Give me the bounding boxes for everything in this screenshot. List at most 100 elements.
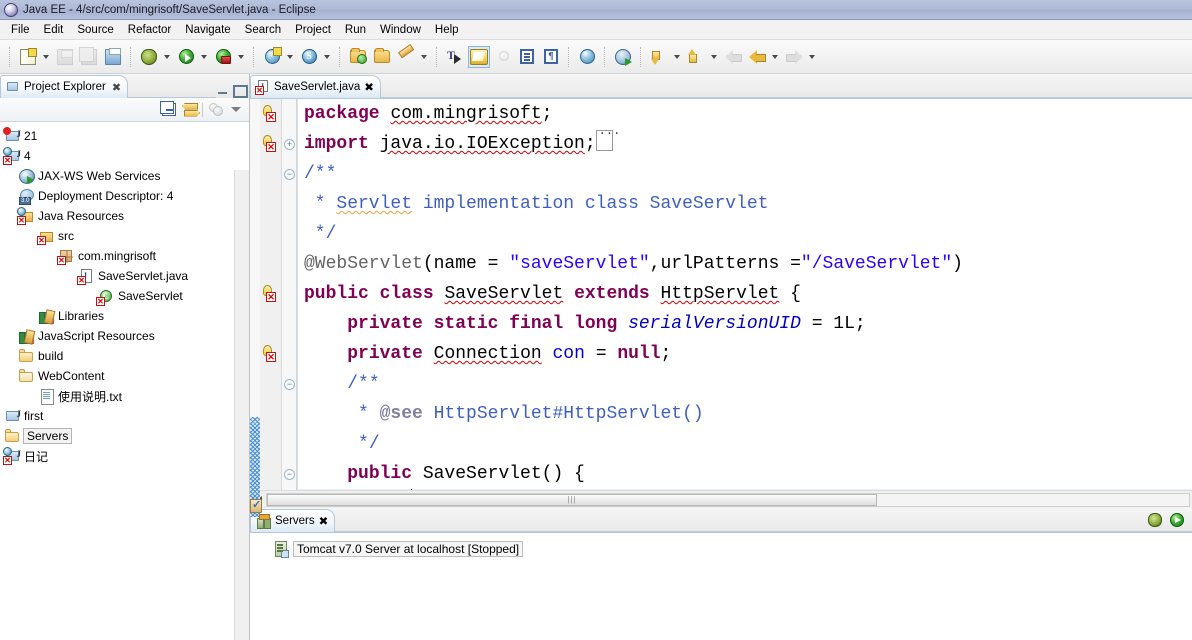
open-package-button[interactable] bbox=[347, 46, 369, 68]
debug-dropdown-arrow[interactable] bbox=[161, 47, 172, 67]
tree-item-project-riji[interactable]: J ✕ 日记 bbox=[0, 446, 249, 466]
toggle-breakpoint-button[interactable] bbox=[492, 46, 514, 68]
server-list-item[interactable]: Tomcat v7.0 Server at localhost [Stopped… bbox=[250, 539, 1192, 559]
code-line-9[interactable]: private Connection con = null; bbox=[298, 339, 1192, 369]
fold-collapse-icon[interactable]: − bbox=[284, 469, 295, 480]
collapsed-imports-box[interactable] bbox=[595, 124, 620, 151]
horizontal-scrollbar[interactable]: ||| bbox=[266, 492, 1190, 507]
tree-item-src[interactable]: ✕ src bbox=[0, 226, 249, 246]
task-marker-icon[interactable] bbox=[250, 498, 262, 513]
run-external-tools-button[interactable] bbox=[212, 46, 234, 68]
menu-run[interactable]: Run bbox=[338, 22, 373, 38]
error-marker-icon[interactable]: ✕ bbox=[262, 105, 279, 122]
view-menu-chevron-button[interactable] bbox=[227, 101, 245, 119]
error-marker-icon[interactable]: ✕ bbox=[262, 345, 279, 362]
code-line-10[interactable]: /** bbox=[298, 369, 1192, 399]
run-dropdown-arrow[interactable] bbox=[198, 47, 209, 67]
new-web-project-button[interactable] bbox=[261, 46, 283, 68]
debug-server-button[interactable] bbox=[1146, 511, 1164, 529]
run-button[interactable] bbox=[175, 46, 197, 68]
scrollbar-thumb[interactable]: ||| bbox=[267, 493, 877, 506]
code-line-6[interactable]: @WebServlet(name = "saveServlet",urlPatt… bbox=[298, 249, 1192, 279]
start-server-button[interactable] bbox=[1168, 511, 1186, 529]
menu-file[interactable]: File bbox=[4, 22, 37, 38]
menu-search[interactable]: Search bbox=[238, 22, 288, 38]
tree-item-deployment-descriptor[interactable]: Deployment Descriptor: 4 bbox=[0, 186, 249, 206]
open-folder-button[interactable] bbox=[371, 46, 393, 68]
code-editor[interactable]: package com.mingrisoft; import java.io.IO… bbox=[298, 99, 1192, 490]
view-menu-button[interactable] bbox=[206, 101, 224, 119]
back-button[interactable] bbox=[746, 46, 768, 68]
link-with-editor-button[interactable] bbox=[181, 101, 199, 119]
code-line-1[interactable]: package com.mingrisoft; bbox=[298, 99, 1192, 129]
code-line-13[interactable]: public SaveServlet() { bbox=[298, 459, 1192, 489]
fold-collapse-icon[interactable]: − bbox=[284, 169, 295, 180]
fold-expand-icon[interactable]: + bbox=[284, 139, 295, 150]
tab-servers[interactable]: Servers ✖ bbox=[250, 509, 336, 532]
code-line-14[interactable]: super(); bbox=[298, 489, 1192, 490]
folding-ruler[interactable]: + − − − bbox=[282, 99, 298, 490]
tree-item-javascript-resources[interactable]: JavaScript Resources bbox=[0, 326, 249, 346]
debug-button[interactable] bbox=[138, 46, 160, 68]
servers-list[interactable]: Tomcat v7.0 Server at localhost [Stopped… bbox=[250, 532, 1192, 640]
open-type-button[interactable] bbox=[444, 46, 466, 68]
tree-item-project-21[interactable]: J 21 bbox=[0, 126, 249, 146]
tree-item-project-4[interactable]: J ✕ 4 bbox=[0, 146, 249, 166]
next-annotation-button[interactable] bbox=[648, 46, 670, 68]
menu-window[interactable]: Window bbox=[373, 22, 428, 38]
new-web-dropdown-arrow[interactable] bbox=[284, 47, 295, 67]
code-line-11[interactable]: * @see HttpServlet#HttpServlet() bbox=[298, 399, 1192, 429]
code-line-5[interactable]: */ bbox=[298, 219, 1192, 249]
new-button[interactable] bbox=[17, 46, 39, 68]
tree-item-saveservlet-java[interactable]: J✕ SaveServlet.java bbox=[0, 266, 249, 286]
print-button[interactable] bbox=[102, 46, 124, 68]
previous-annotation-dropdown-arrow[interactable] bbox=[708, 47, 719, 67]
new-server-dropdown-arrow[interactable] bbox=[321, 47, 332, 67]
external-tools-dropdown-arrow[interactable] bbox=[235, 47, 246, 67]
tree-item-libraries[interactable]: Libraries bbox=[0, 306, 249, 326]
tree-item-webcontent[interactable]: WebContent bbox=[0, 366, 249, 386]
tree-item-jax-ws-web-services[interactable]: JAX-WS Web Services bbox=[0, 166, 249, 186]
close-icon[interactable]: ✖ bbox=[364, 80, 374, 94]
search-person-button[interactable] bbox=[612, 46, 634, 68]
tree-item-servers[interactable]: Servers bbox=[0, 426, 249, 446]
tab-saveservlet-java[interactable]: J✕ SaveServlet.java ✖ bbox=[250, 75, 381, 98]
menu-project[interactable]: Project bbox=[288, 22, 338, 38]
menu-refactor[interactable]: Refactor bbox=[121, 22, 178, 38]
tree-item-class-saveservlet[interactable]: C ✕ SaveServlet bbox=[0, 286, 249, 306]
toggle-mark-occurrences-button[interactable] bbox=[468, 45, 490, 68]
fold-collapse-icon[interactable]: − bbox=[284, 379, 295, 390]
code-line-8[interactable]: private static final long serialVersionU… bbox=[298, 309, 1192, 339]
previous-annotation-button[interactable] bbox=[685, 46, 707, 68]
code-line-3[interactable]: /** bbox=[298, 159, 1192, 189]
tree-item-project-first[interactable]: J first bbox=[0, 406, 249, 426]
tree-item-package-com-mingrisoft[interactable]: ✕ com.mingrisoft bbox=[0, 246, 249, 266]
menu-edit[interactable]: Edit bbox=[37, 22, 71, 38]
tab-project-explorer[interactable]: Project Explorer ✖ bbox=[0, 75, 129, 98]
explorer-vertical-scrollbar[interactable] bbox=[234, 170, 249, 640]
code-line-2[interactable]: import java.io.IOException; bbox=[298, 124, 1192, 159]
show-whitespace-button[interactable] bbox=[516, 46, 538, 68]
new-dropdown-arrow[interactable] bbox=[40, 47, 51, 67]
save-all-button[interactable] bbox=[78, 46, 100, 68]
error-marker-icon[interactable]: ✕ bbox=[262, 285, 279, 302]
menu-navigate[interactable]: Navigate bbox=[178, 22, 237, 38]
code-line-7[interactable]: public class SaveServlet extends HttpSer… bbox=[298, 279, 1192, 309]
maximize-view-button[interactable] bbox=[232, 85, 248, 98]
open-browser-button[interactable] bbox=[576, 46, 598, 68]
code-line-12[interactable]: */ bbox=[298, 429, 1192, 459]
error-marker-icon[interactable]: ✕ bbox=[262, 135, 279, 152]
minimize-view-button[interactable] bbox=[216, 85, 229, 96]
annotation-ruler[interactable]: ✕ ✕ ✕ ✕ bbox=[260, 99, 282, 490]
new-server-button[interactable]: S bbox=[298, 46, 320, 68]
tree-item-readme-txt[interactable]: 使用说明.txt bbox=[0, 386, 249, 406]
forward-dropdown-arrow[interactable] bbox=[806, 47, 817, 67]
code-line-4[interactable]: * Servlet implementation class SaveServl… bbox=[298, 189, 1192, 219]
tree-item-java-resources[interactable]: ✕ Java Resources bbox=[0, 206, 249, 226]
save-button[interactable] bbox=[54, 46, 76, 68]
quick-fix-dropdown-arrow[interactable] bbox=[418, 47, 429, 67]
project-tree[interactable]: J 21 J✕ 4 JAX-WS Web Services Deployment… bbox=[0, 122, 249, 640]
menu-source[interactable]: Source bbox=[70, 22, 120, 38]
menu-help[interactable]: Help bbox=[428, 22, 466, 38]
close-icon[interactable]: ✖ bbox=[319, 514, 329, 528]
